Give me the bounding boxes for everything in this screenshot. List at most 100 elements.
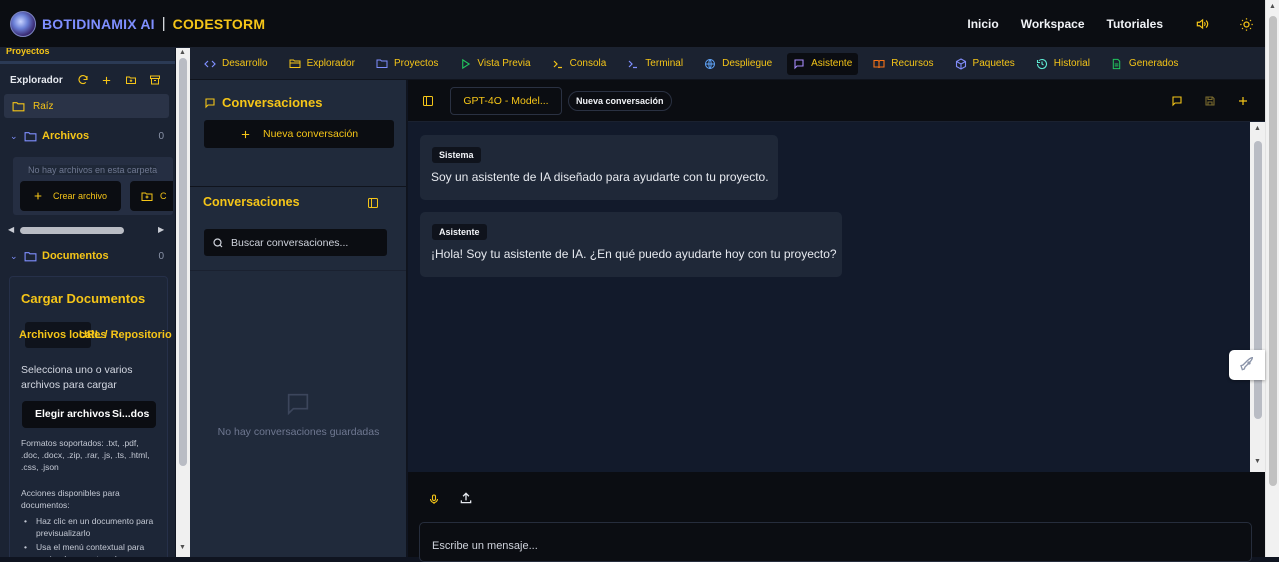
new-conversation-label: Nueva conversación [263,128,359,140]
brand[interactable]: BOTIDINAMIX AI | CODESTORM [10,0,265,48]
message-input-box[interactable] [419,522,1252,562]
choose-files-label: Elegir archivos [35,408,111,420]
brand-logo [10,10,36,37]
empty-folder-message: No hay archivos en esta carpeta [28,165,158,175]
book-icon [873,58,885,70]
tab-generados[interactable]: Generados [1105,53,1184,75]
choose-files-button[interactable]: Elegir archivos Si...dos [22,401,156,428]
speaker-icon[interactable] [1191,13,1213,35]
sun-icon[interactable] [1235,13,1257,35]
left-vertical-scrollbar[interactable]: ▲ ▼ [176,48,190,557]
horizontal-scrollbar[interactable]: ◀ ▶ [8,224,166,236]
chat-icon [793,58,805,70]
create-folder-button[interactable]: C [130,181,173,211]
upload-icon[interactable] [459,491,473,510]
scroll-thumb[interactable] [20,227,124,234]
choose-files-status: Si...dos [112,408,150,420]
divider [190,186,406,187]
scroll-thumb[interactable] [179,58,187,466]
top-bar: BOTIDINAMIX AI | CODESTORM Inicio Worksp… [0,0,1279,48]
tree-root[interactable]: Raíz [4,94,169,118]
sidebar-toggle-icon[interactable] [367,196,379,214]
tab-label: Generados [1128,58,1179,69]
folder-icon [12,101,25,111]
archive-icon[interactable] [149,74,161,86]
save-icon[interactable] [1204,94,1216,112]
nav-tutoriales[interactable]: Tutoriales [1107,17,1163,31]
sidebar-toggle-icon[interactable] [422,94,434,112]
tab-asistente[interactable]: Asistente [787,52,859,75]
scroll-right-arrow[interactable]: ▶ [158,225,164,234]
tab-proyectos[interactable]: Proyectos [370,53,444,75]
upload-description: Selecciona uno o varios archivos para ca… [21,364,133,391]
tab-explorador[interactable]: Explorador [283,53,361,75]
scroll-left-arrow[interactable]: ◀ [8,225,14,234]
message-composer [408,472,1265,562]
message-text: ¡Hola! Soy tu asistente de IA. ¿En qué p… [431,247,837,261]
folder-label: Archivos [42,130,90,142]
folder-icon [24,131,37,141]
role-label: Asistente [439,227,480,237]
search-input[interactable] [231,236,381,249]
search-icon [213,237,223,247]
refresh-icon[interactable] [77,74,89,86]
conversations-panel: Conversaciones Nueva conversación Conver… [190,80,407,557]
scroll-thumb[interactable] [1269,16,1277,486]
globe-icon [704,58,716,70]
new-conversation-button[interactable]: Nueva conversación [204,120,394,148]
chat-bubble-icon[interactable] [1171,94,1183,112]
scroll-down-arrow[interactable]: ▼ [1254,458,1261,465]
chat-scrollbar[interactable]: ▲ ▼ [1250,122,1265,472]
tab-recursos[interactable]: Recursos [867,53,939,75]
main-tab-bar: Desarrollo Explorador Proyectos Vista Pr… [190,48,1279,80]
plus-icon [241,130,250,138]
add-icon[interactable] [1237,94,1249,112]
tab-label: Vista Previa [477,58,531,69]
tab-vista-previa[interactable]: Vista Previa [453,53,536,75]
page-scrollbar[interactable]: ▲ [1265,0,1279,557]
tab-desarrollo[interactable]: Desarrollo [198,53,274,75]
folder-icon [376,58,388,70]
add-icon[interactable] [101,74,113,86]
play-icon [459,58,471,70]
create-file-label: Crear archivo [53,191,108,201]
tab-label: Recursos [891,58,934,69]
tab-paquetes[interactable]: Paquetes [949,53,1021,75]
model-selector-value: GPT-4O - Model... [463,95,549,107]
tab-label: Historial [1053,58,1090,69]
floating-launch-button[interactable] [1229,350,1265,380]
brand-separator: | [161,15,166,32]
message-text: Soy un asistente de IA diseñado para ayu… [431,170,769,184]
tab-label: Asistente [811,58,853,69]
tab-consola[interactable]: Consola [546,53,613,75]
tree-folder-archivos[interactable]: ⌄ Archivos 0 [10,127,170,145]
model-selector[interactable]: GPT-4O - Model... [450,87,562,115]
tab-terminal[interactable]: Terminal [621,53,689,75]
scroll-up-arrow[interactable]: ▲ [1254,125,1261,132]
scroll-down-arrow[interactable]: ▼ [179,544,186,551]
search-conversations[interactable] [204,229,387,256]
supported-formats: Formatos soportados: .txt, .pdf, .doc, .… [21,438,150,472]
chevron-down-icon: ⌄ [10,250,18,261]
empty-chat-icon [283,390,313,423]
role-badge: Asistente [432,224,487,240]
tab-label: Proyectos [393,58,439,69]
chat-icon [205,97,215,108]
file-explorer-panel: Proyectos Explorador Raíz ⌄ Archivos 0 N… [0,48,176,557]
tree-folder-documentos[interactable]: ⌄ Documentos 0 [10,247,170,265]
tab-historial[interactable]: Historial [1030,53,1096,75]
tab-url-repo[interactable]: URL / Repositorio [79,329,172,341]
code-icon [204,58,216,70]
folder-open-icon [289,58,301,70]
tab-despliegue[interactable]: Despliegue [698,53,778,75]
message-input[interactable] [432,540,1239,552]
tab-label: Desarrollo [222,58,268,69]
microphone-icon[interactable] [428,493,440,511]
create-file-button[interactable]: Crear archivo [20,181,121,211]
nav-workspace[interactable]: Workspace [1021,17,1085,31]
rocket-icon [1240,357,1254,371]
new-folder-icon[interactable] [125,74,137,86]
nav-inicio[interactable]: Inicio [967,17,998,31]
scroll-up-arrow[interactable]: ▲ [179,49,186,56]
scroll-up-arrow[interactable]: ▲ [1269,3,1276,10]
